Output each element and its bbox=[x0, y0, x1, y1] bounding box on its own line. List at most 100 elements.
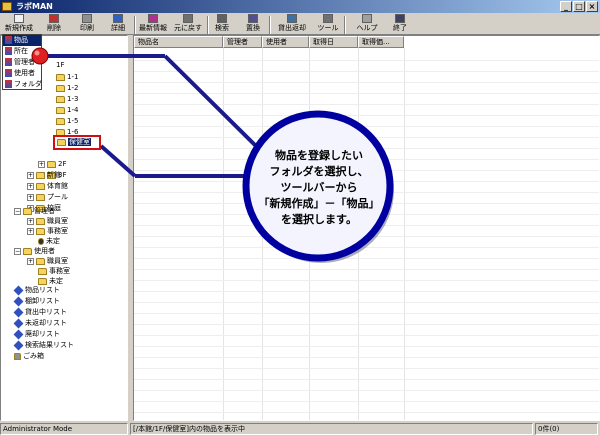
new-menu-item-label: 管理者 bbox=[14, 58, 35, 66]
toolbar-tools-button[interactable]: ツール bbox=[313, 13, 343, 35]
tree-building-0-label: 新館 bbox=[47, 171, 61, 179]
tree-list-2[interactable]: 貸出中リスト bbox=[13, 307, 67, 317]
tree-list-0-label: 物品リスト bbox=[25, 286, 60, 294]
toolbar-delete-button[interactable]: 削除 bbox=[40, 13, 68, 35]
toolbar-exit-button[interactable]: 終了 bbox=[390, 13, 410, 35]
column-header-2[interactable]: 使用者 bbox=[262, 36, 309, 48]
tree-floor-2F[interactable]: +2F bbox=[38, 159, 66, 169]
menu-item-icon bbox=[5, 36, 12, 44]
new-menu-item-4[interactable]: フォルダ bbox=[3, 79, 42, 90]
tree-manager-0[interactable]: + 職員室 bbox=[27, 216, 68, 226]
tree-manager-1[interactable]: + 事務室 bbox=[27, 226, 68, 236]
toolbar-exit-label: 終了 bbox=[393, 24, 407, 32]
row-divider bbox=[134, 357, 599, 358]
toolbar-help-button[interactable]: ヘルプ bbox=[351, 13, 383, 35]
menu-item-icon bbox=[5, 69, 12, 77]
row-divider bbox=[134, 401, 599, 402]
new-menu-item-2[interactable]: 管理者 bbox=[3, 57, 41, 68]
expand-toggle-icon[interactable]: + bbox=[38, 160, 45, 168]
tree-list-5[interactable]: 検索結果リスト bbox=[13, 340, 74, 350]
tree-floor-1f-label: 1F bbox=[56, 61, 65, 69]
callout-line-3: 「新規作成」－「物品」 bbox=[258, 197, 380, 210]
toolbar-lending-button[interactable]: 貸出返却 bbox=[274, 13, 310, 35]
tree-list-2-label: 貸出中リスト bbox=[25, 308, 67, 316]
callout-line-2: ツールバーから bbox=[280, 181, 358, 194]
column-header-1[interactable]: 管理者 bbox=[223, 36, 262, 48]
column-header-3[interactable]: 取得日 bbox=[309, 36, 358, 48]
expand-toggle-icon[interactable]: + bbox=[27, 171, 34, 179]
tree-users[interactable]: − 使用者 bbox=[14, 246, 55, 256]
toolbar-replace-button[interactable]: 置換 bbox=[238, 13, 268, 35]
printer-icon bbox=[82, 14, 92, 23]
toolbar-latest-button[interactable]: 最新情報 bbox=[137, 13, 169, 35]
detail-icon bbox=[113, 14, 123, 23]
row-divider bbox=[134, 291, 599, 292]
expand-toggle-icon[interactable]: − bbox=[14, 247, 21, 255]
tree-manager-2[interactable]: 未定 bbox=[38, 236, 60, 246]
tree-user-1[interactable]: 事務室 bbox=[38, 266, 70, 276]
expand-toggle-icon[interactable]: + bbox=[27, 227, 34, 235]
tree-building-1[interactable]: + 体育館 bbox=[27, 181, 68, 191]
list-icon bbox=[13, 318, 24, 328]
minimize-button[interactable]: _ bbox=[560, 1, 572, 12]
tree-room-1-3[interactable]: 1-3 bbox=[56, 94, 78, 104]
tree-user-0[interactable]: + 職員室 bbox=[27, 256, 68, 266]
tree-room-1-5[interactable]: 1-5 bbox=[56, 116, 78, 126]
window-title: ラボMAN bbox=[16, 2, 53, 11]
expand-toggle-icon[interactable]: + bbox=[27, 217, 34, 225]
new-menu-dropdown: 物品 所在 管理者使用者 フォルダ bbox=[2, 34, 42, 90]
folder-icon bbox=[36, 193, 45, 201]
toolbar-new-label: 新規作成 bbox=[5, 24, 33, 32]
column-header-0[interactable]: 物品名 bbox=[134, 36, 223, 48]
tree-room-1-1[interactable]: 1-1 bbox=[56, 72, 78, 82]
row-divider bbox=[134, 82, 599, 83]
tree-room-1-2[interactable]: 1-2 bbox=[56, 83, 78, 93]
tree-floor-1f[interactable]: 1F bbox=[56, 60, 64, 70]
status-path: [/本館/1F/保健室]内の物品を表示中 bbox=[130, 423, 533, 435]
status-count: 0件(0) bbox=[535, 423, 598, 435]
toolbar-undo-button[interactable]: 元に戻す bbox=[170, 13, 206, 35]
new-menu-item-3[interactable]: 使用者 bbox=[3, 68, 41, 79]
tree-building-2[interactable]: + プール bbox=[27, 192, 68, 202]
toolbar-detail-button[interactable]: 詳細 bbox=[103, 13, 133, 35]
tree-list-4[interactable]: 廃却リスト bbox=[13, 329, 60, 339]
toolbar-new-button[interactable]: 新規作成 bbox=[3, 13, 35, 35]
status-bar: Administrator Mode [/本館/1F/保健室]内の物品を表示中 … bbox=[0, 422, 600, 436]
expand-toggle-icon[interactable]: + bbox=[27, 257, 34, 265]
tree-building-0[interactable]: + 新館 bbox=[27, 170, 61, 180]
folder-icon bbox=[23, 207, 32, 215]
tree-list-0[interactable]: 物品リスト bbox=[13, 285, 60, 295]
selected-folder-highlight[interactable]: 保健室 bbox=[53, 135, 101, 150]
expand-toggle-icon[interactable]: − bbox=[14, 207, 21, 215]
toolbar-search-button[interactable]: 検索 bbox=[209, 13, 235, 35]
close-button[interactable]: × bbox=[586, 1, 598, 12]
tree-trash[interactable]: ごみ箱 bbox=[14, 351, 44, 361]
person-icon bbox=[38, 237, 44, 245]
maximize-button[interactable]: □ bbox=[573, 1, 585, 12]
folder-icon bbox=[38, 277, 47, 285]
folder-tree[interactable]: 1F1-11-21-31-41-51-6+2F+3F+新館+体育館+プール+校庭… bbox=[0, 35, 128, 421]
new-menu-item-0[interactable]: 物品 bbox=[3, 35, 41, 46]
expand-toggle-icon[interactable]: + bbox=[27, 193, 34, 201]
tree-list-1-label: 棚卸リスト bbox=[25, 297, 60, 305]
tree-managers[interactable]: − 管理者 bbox=[14, 206, 55, 216]
trash-icon bbox=[14, 352, 21, 360]
menu-item-icon bbox=[5, 80, 12, 88]
column-header-4[interactable]: 取得価... bbox=[358, 36, 404, 48]
tree-list-5-label: 検索結果リスト bbox=[25, 341, 74, 349]
tree-list-3[interactable]: 未返却リスト bbox=[13, 318, 67, 328]
toolbar-print-button[interactable]: 印刷 bbox=[73, 13, 101, 35]
tree-list-4-label: 廃却リスト bbox=[25, 330, 60, 338]
new-menu-item-1[interactable]: 所在 bbox=[3, 46, 41, 57]
tree-room-1-1-label: 1-1 bbox=[67, 73, 79, 81]
tools-icon bbox=[323, 14, 333, 23]
list-header: 物品名 管理者 使用者 取得日 取得価... bbox=[134, 36, 404, 48]
toolbar-undo-label: 元に戻す bbox=[174, 24, 202, 32]
toolbar-tools-label: ツール bbox=[317, 24, 339, 32]
row-divider bbox=[134, 71, 599, 72]
tree-room-1-4[interactable]: 1-4 bbox=[56, 105, 78, 115]
tree-list-1[interactable]: 棚卸リスト bbox=[13, 296, 60, 306]
expand-toggle-icon[interactable]: + bbox=[27, 182, 34, 190]
folder-icon bbox=[36, 217, 45, 225]
instruction-callout: 物品を登録したい フォルダを選択し、 ツールバーから 「新規作成」－「物品」 を選択しま… bbox=[244, 110, 394, 260]
